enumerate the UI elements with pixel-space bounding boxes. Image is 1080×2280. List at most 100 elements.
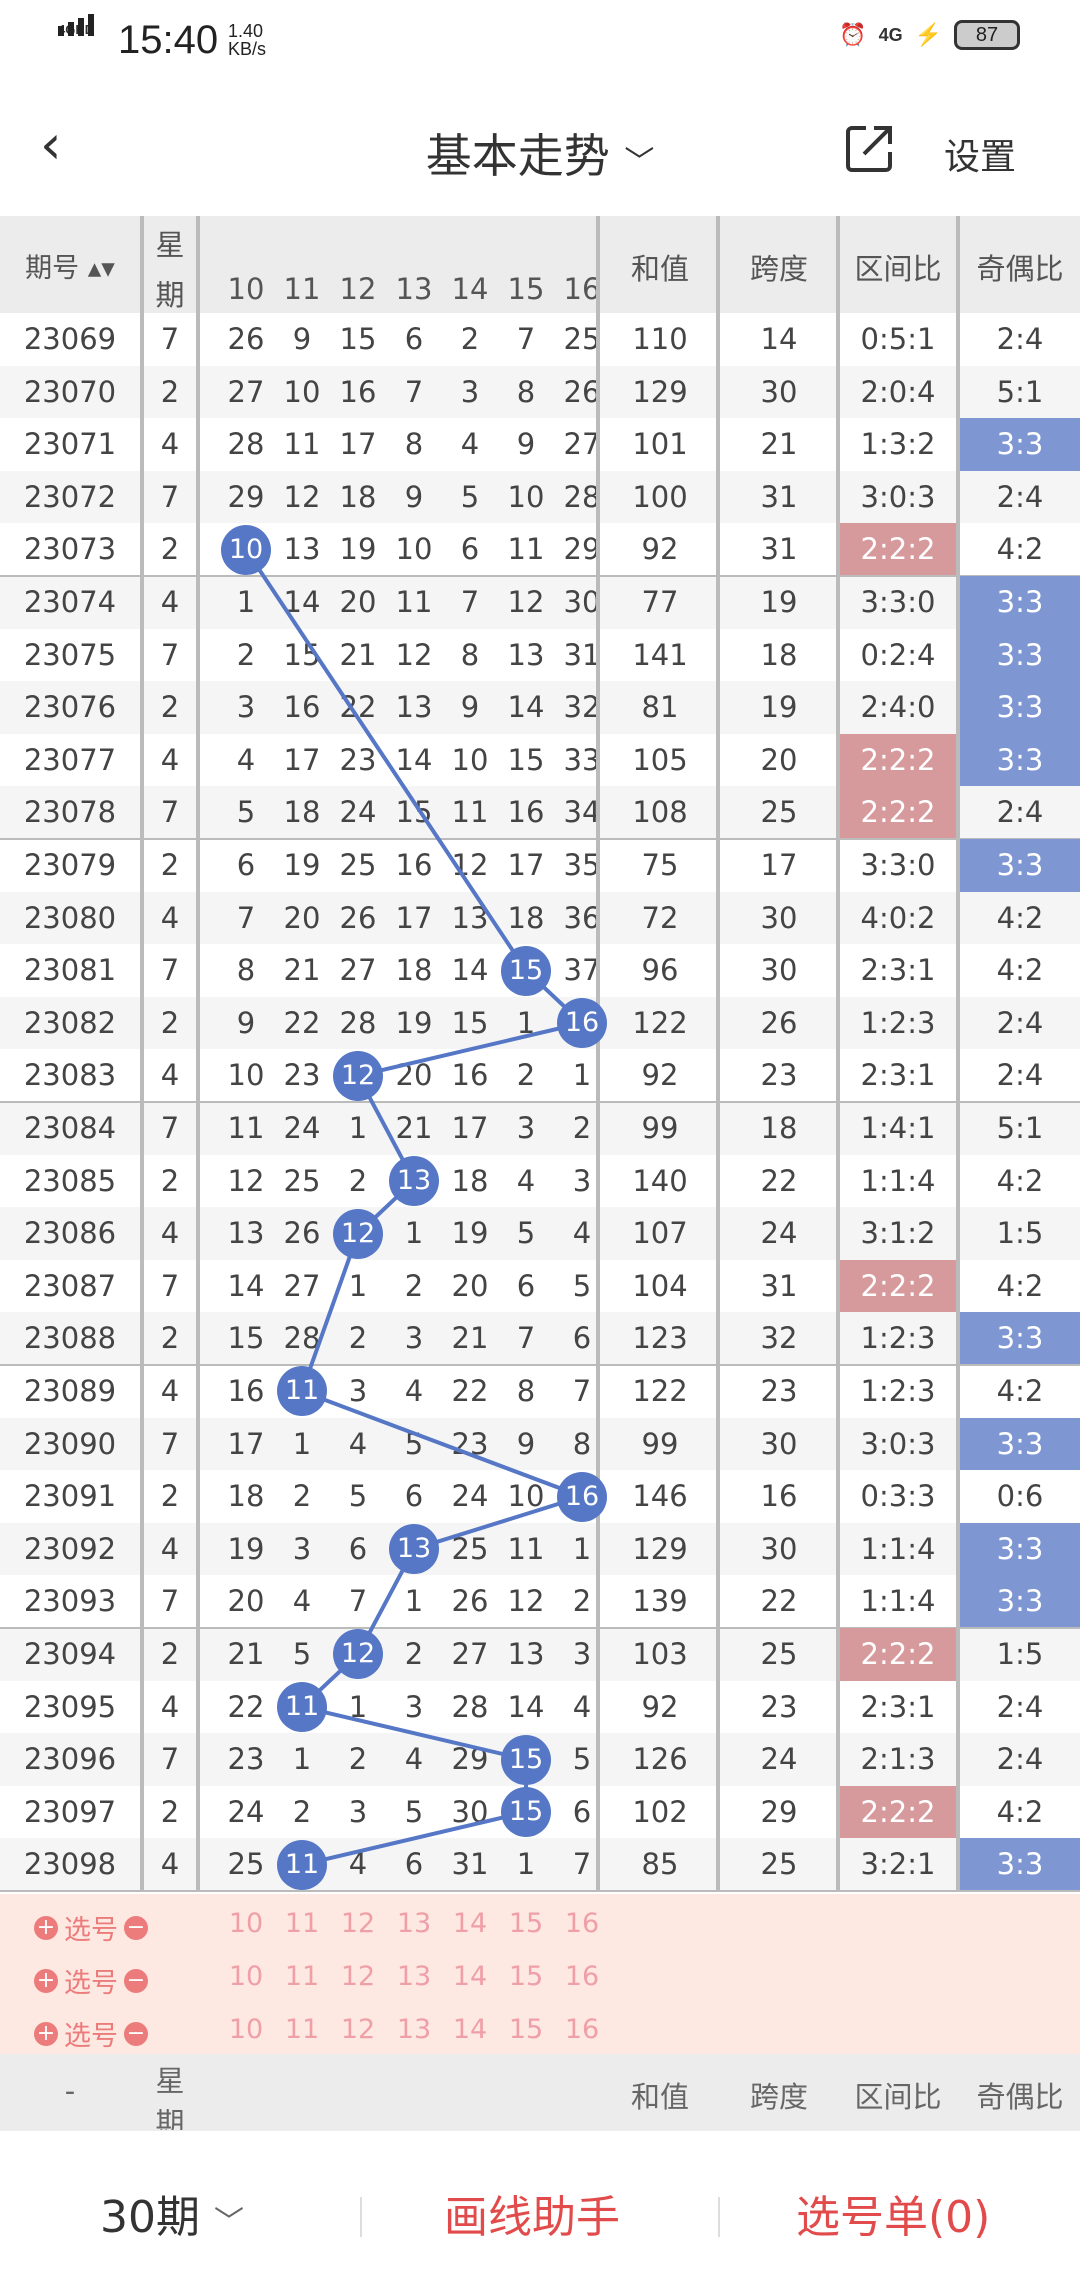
select-number[interactable]: 15	[498, 2014, 554, 2045]
select-label: 选号	[64, 1968, 118, 1999]
plus-icon[interactable]: +	[34, 2021, 58, 2046]
num-cell: 22	[339, 690, 377, 725]
select-number[interactable]: 14	[442, 1961, 498, 1992]
num-cell: 20	[395, 1058, 433, 1093]
num-cell: 13	[395, 690, 433, 725]
header-issue[interactable]: 期号 ▴▾	[0, 246, 140, 285]
sum-cell: 75	[641, 848, 679, 882]
issue-cell: 23096	[23, 1742, 117, 1777]
header-sum: 和值	[630, 252, 689, 286]
week-cell: 2	[160, 1637, 180, 1671]
select-number[interactable]: 13	[386, 1908, 442, 1939]
issue-cell: 23087	[23, 1268, 117, 1303]
sum-cell: 72	[641, 900, 679, 935]
select-label: 选号	[64, 2021, 118, 2052]
num-cell: 4	[348, 1847, 368, 1882]
page-title[interactable]: 基本走势 ﹀	[0, 120, 1080, 186]
week-cell: 7	[160, 479, 180, 514]
select-number[interactable]: 16	[554, 1908, 610, 1939]
num-cell: 11	[507, 1531, 545, 1566]
num-cell: 14	[227, 1268, 265, 1303]
select-number[interactable]: 12	[330, 2014, 386, 2045]
num-cell: 30	[451, 1794, 489, 1829]
num-cell: 7	[404, 374, 424, 409]
sum-cell: 103	[632, 1637, 688, 1671]
select-button[interactable]: + 选号 −	[34, 1908, 148, 1947]
issue-cell: 23094	[23, 1637, 117, 1671]
issue-cell: 23078	[23, 795, 117, 830]
num-cell: 17	[227, 1426, 265, 1461]
issue-cell: 23086	[23, 1216, 117, 1251]
num-cell: 11	[283, 427, 321, 462]
num-cell: 2	[348, 1321, 368, 1356]
number-ball: 11	[277, 1366, 327, 1417]
zone-cell: 3:1:2	[860, 1216, 936, 1251]
column-divider	[596, 216, 600, 1891]
select-number[interactable]: 10	[218, 1908, 274, 1939]
sum-cell: 101	[632, 427, 688, 462]
span-cell: 25	[760, 795, 798, 830]
num-cell: 7	[236, 900, 256, 935]
select-label: 选号	[64, 1915, 118, 1946]
select-number[interactable]: 10	[218, 1961, 274, 1992]
select-number[interactable]: 14	[442, 2014, 498, 2045]
select-button[interactable]: + 选号 −	[34, 1961, 148, 2000]
select-number[interactable]: 13	[386, 1961, 442, 1992]
header-week-top: 星	[155, 228, 185, 262]
footer-odd-even: 奇偶比	[976, 2080, 1064, 2114]
num-cell: 23	[451, 1426, 489, 1461]
week-cell: 2	[160, 1163, 180, 1198]
pick-list-button[interactable]: 选号单(0)	[796, 2181, 990, 2245]
share-icon[interactable]	[842, 120, 898, 176]
charging-icon: ⚡	[914, 22, 942, 47]
num-cell: 18	[395, 953, 433, 988]
draw-helper-button[interactable]: 画线助手	[444, 2181, 620, 2245]
num-cell: 6	[404, 1847, 424, 1882]
week-cell: 4	[160, 742, 180, 777]
minus-icon[interactable]: −	[124, 2021, 148, 2046]
select-number[interactable]: 15	[498, 1961, 554, 1992]
zone-cell: 2:1:3	[860, 1742, 936, 1777]
odd-even-cell: 2:4	[996, 479, 1044, 514]
num-cell: 6	[236, 848, 256, 882]
select-number[interactable]: 14	[442, 1908, 498, 1939]
select-button[interactable]: + 选号 −	[34, 2014, 148, 2053]
period-selector[interactable]: 30期 ﹀	[100, 2181, 244, 2245]
select-number[interactable]: 12	[330, 1908, 386, 1939]
select-number[interactable]: 12	[330, 1961, 386, 1992]
select-number[interactable]: 16	[554, 1961, 610, 1992]
zone-cell: 3:0:3	[860, 1426, 936, 1461]
num-cell: 19	[283, 848, 321, 882]
select-number[interactable]: 13	[386, 2014, 442, 2045]
select-number[interactable]: 16	[554, 2014, 610, 2045]
sum-cell: 99	[641, 1426, 679, 1461]
plus-icon[interactable]: +	[34, 1915, 58, 1940]
plus-icon[interactable]: +	[34, 1968, 58, 1993]
zone-cell: 1:1:4	[860, 1163, 936, 1198]
select-number[interactable]: 10	[218, 2014, 274, 2045]
week-cell: 4	[160, 1847, 180, 1882]
minus-icon[interactable]: −	[124, 1915, 148, 1940]
footer-zone: 区间比	[854, 2080, 942, 2114]
num-cell: 10	[283, 374, 321, 409]
issue-cell: 23095	[23, 1689, 117, 1724]
span-cell: 26	[760, 1005, 798, 1040]
num-cell: 4	[460, 427, 480, 462]
select-number[interactable]: 15	[498, 1908, 554, 1939]
week-cell: 7	[160, 1742, 180, 1777]
number-ball: 11	[277, 1681, 327, 1732]
num-cell: 1	[236, 585, 256, 619]
num-cell: 21	[395, 1111, 433, 1145]
zone-cell: 3:3:0	[860, 848, 936, 882]
num-cell: 26	[451, 1584, 489, 1619]
select-number[interactable]: 11	[274, 1961, 330, 1992]
week-cell: 2	[160, 690, 180, 725]
settings-button[interactable]: 设置	[944, 128, 1016, 180]
zone-cell: 0:5:1	[860, 322, 936, 356]
num-cell: 6	[460, 532, 480, 567]
select-number[interactable]: 11	[274, 1908, 330, 1939]
minus-icon[interactable]: −	[124, 1968, 148, 1993]
span-cell: 17	[760, 848, 798, 882]
issue-cell: 23079	[23, 848, 117, 882]
select-number[interactable]: 11	[274, 2014, 330, 2045]
